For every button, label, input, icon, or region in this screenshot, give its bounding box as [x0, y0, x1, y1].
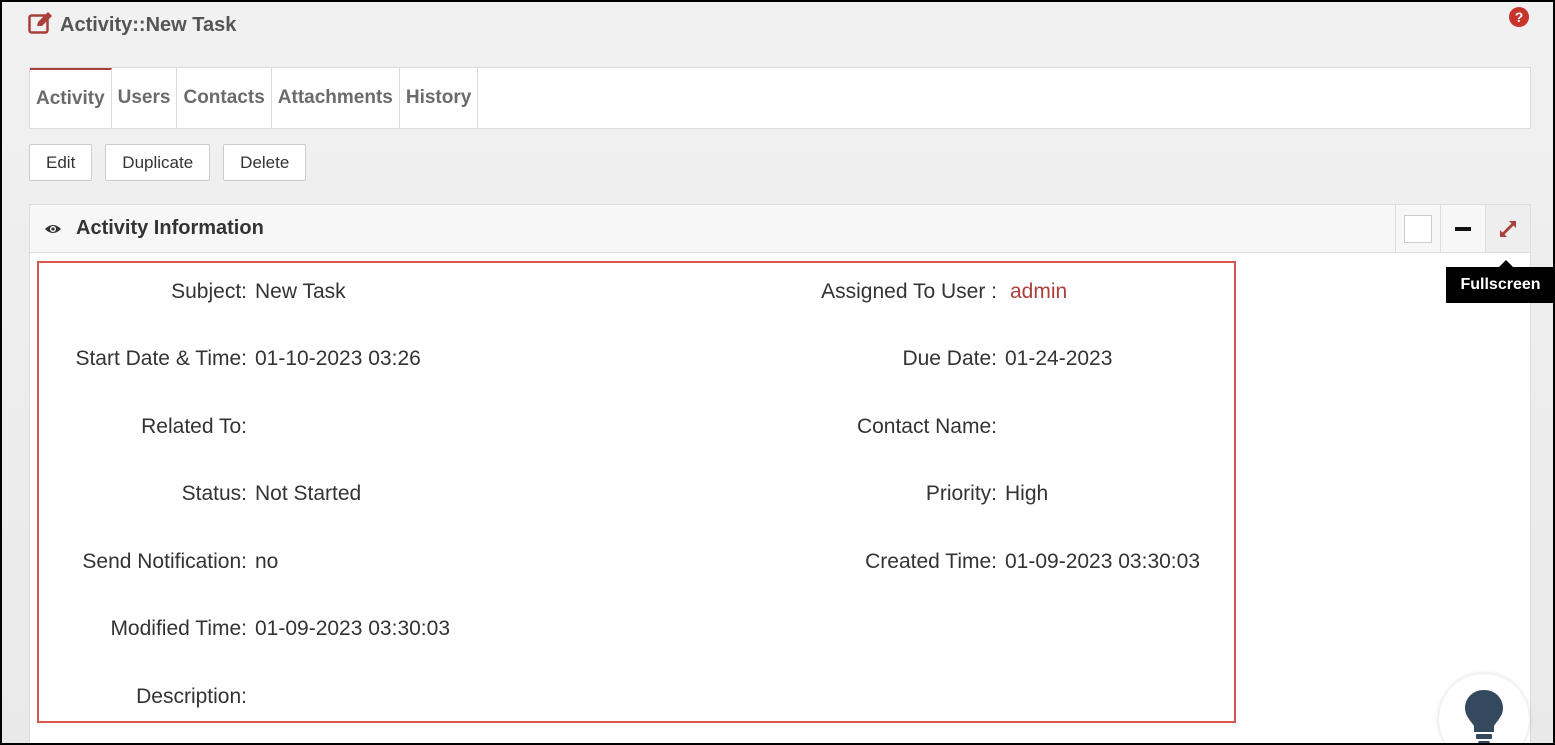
modified-time-label: Modified Time: — [110, 617, 247, 640]
due-date-value: 01-24-2023 — [1005, 347, 1113, 370]
status-value: Not Started — [255, 482, 362, 505]
expand-icon — [1500, 220, 1516, 237]
panel-title: Activity Information — [76, 217, 264, 239]
eye-icon — [44, 221, 64, 237]
due-date-label: Due Date: — [902, 347, 997, 370]
tab-activity[interactable]: Activity — [30, 68, 112, 128]
page-title: Activity::New Task — [60, 13, 237, 36]
assigned-to-label: Assigned To User : — [821, 280, 997, 303]
priority-label: Priority: — [925, 482, 997, 505]
start-date-label: Start Date & Time: — [75, 347, 247, 370]
subject-value: New Task — [255, 280, 346, 303]
fullscreen-tooltip: Fullscreen — [1446, 260, 1553, 303]
tab-history[interactable]: History — [400, 68, 479, 128]
details-highlight-box: Subject: New Task Start Date & Time: 01-… — [37, 261, 1236, 723]
duplicate-button[interactable]: Duplicate — [105, 144, 211, 181]
page-header: Activity::New Task — [28, 10, 236, 40]
minus-icon — [1455, 226, 1471, 231]
created-time-value: 01-09-2023 03:30:03 — [1005, 550, 1200, 573]
delete-button[interactable]: Delete — [223, 144, 307, 181]
start-date-value: 01-10-2023 03:26 — [255, 347, 421, 370]
fullscreen-button[interactable] — [1485, 205, 1530, 252]
description-label: Description: — [136, 685, 247, 708]
contact-name-label: Contact Name: — [856, 415, 997, 438]
question-circle-icon[interactable]: ? — [1509, 7, 1529, 27]
lightbulb-icon — [1465, 690, 1503, 743]
assigned-to-link[interactable]: admin — [1010, 280, 1067, 304]
tab-users[interactable]: Users — [112, 68, 178, 128]
minimize-button[interactable] — [1440, 205, 1485, 252]
status-label: Status: — [181, 482, 247, 505]
window-frame: Activity::New Task ? Activity Users Cont… — [0, 0, 1555, 745]
panel-controls — [1395, 205, 1530, 252]
priority-value: High — [1005, 482, 1049, 505]
edit-icon — [28, 11, 54, 40]
related-to-label: Related To: — [141, 415, 247, 438]
panel-checkbox[interactable] — [1395, 205, 1440, 252]
tab-contacts[interactable]: Contacts — [177, 68, 272, 128]
subject-label: Subject: — [171, 280, 247, 303]
edit-button[interactable]: Edit — [29, 144, 93, 181]
send-notification-label: Send Notification: — [82, 550, 247, 573]
panel-header: Activity Information — [30, 205, 1530, 253]
action-toolbar: Edit Duplicate Delete — [29, 144, 319, 181]
send-notification-value: no — [255, 550, 279, 573]
tab-attachments[interactable]: Attachments — [272, 68, 400, 128]
tab-bar: Activity Users Contacts Attachments Hist… — [29, 67, 1531, 129]
checkbox-icon — [1404, 214, 1432, 243]
modified-time-value: 01-09-2023 03:30:03 — [255, 617, 450, 640]
created-time-label: Created Time: — [865, 550, 997, 573]
